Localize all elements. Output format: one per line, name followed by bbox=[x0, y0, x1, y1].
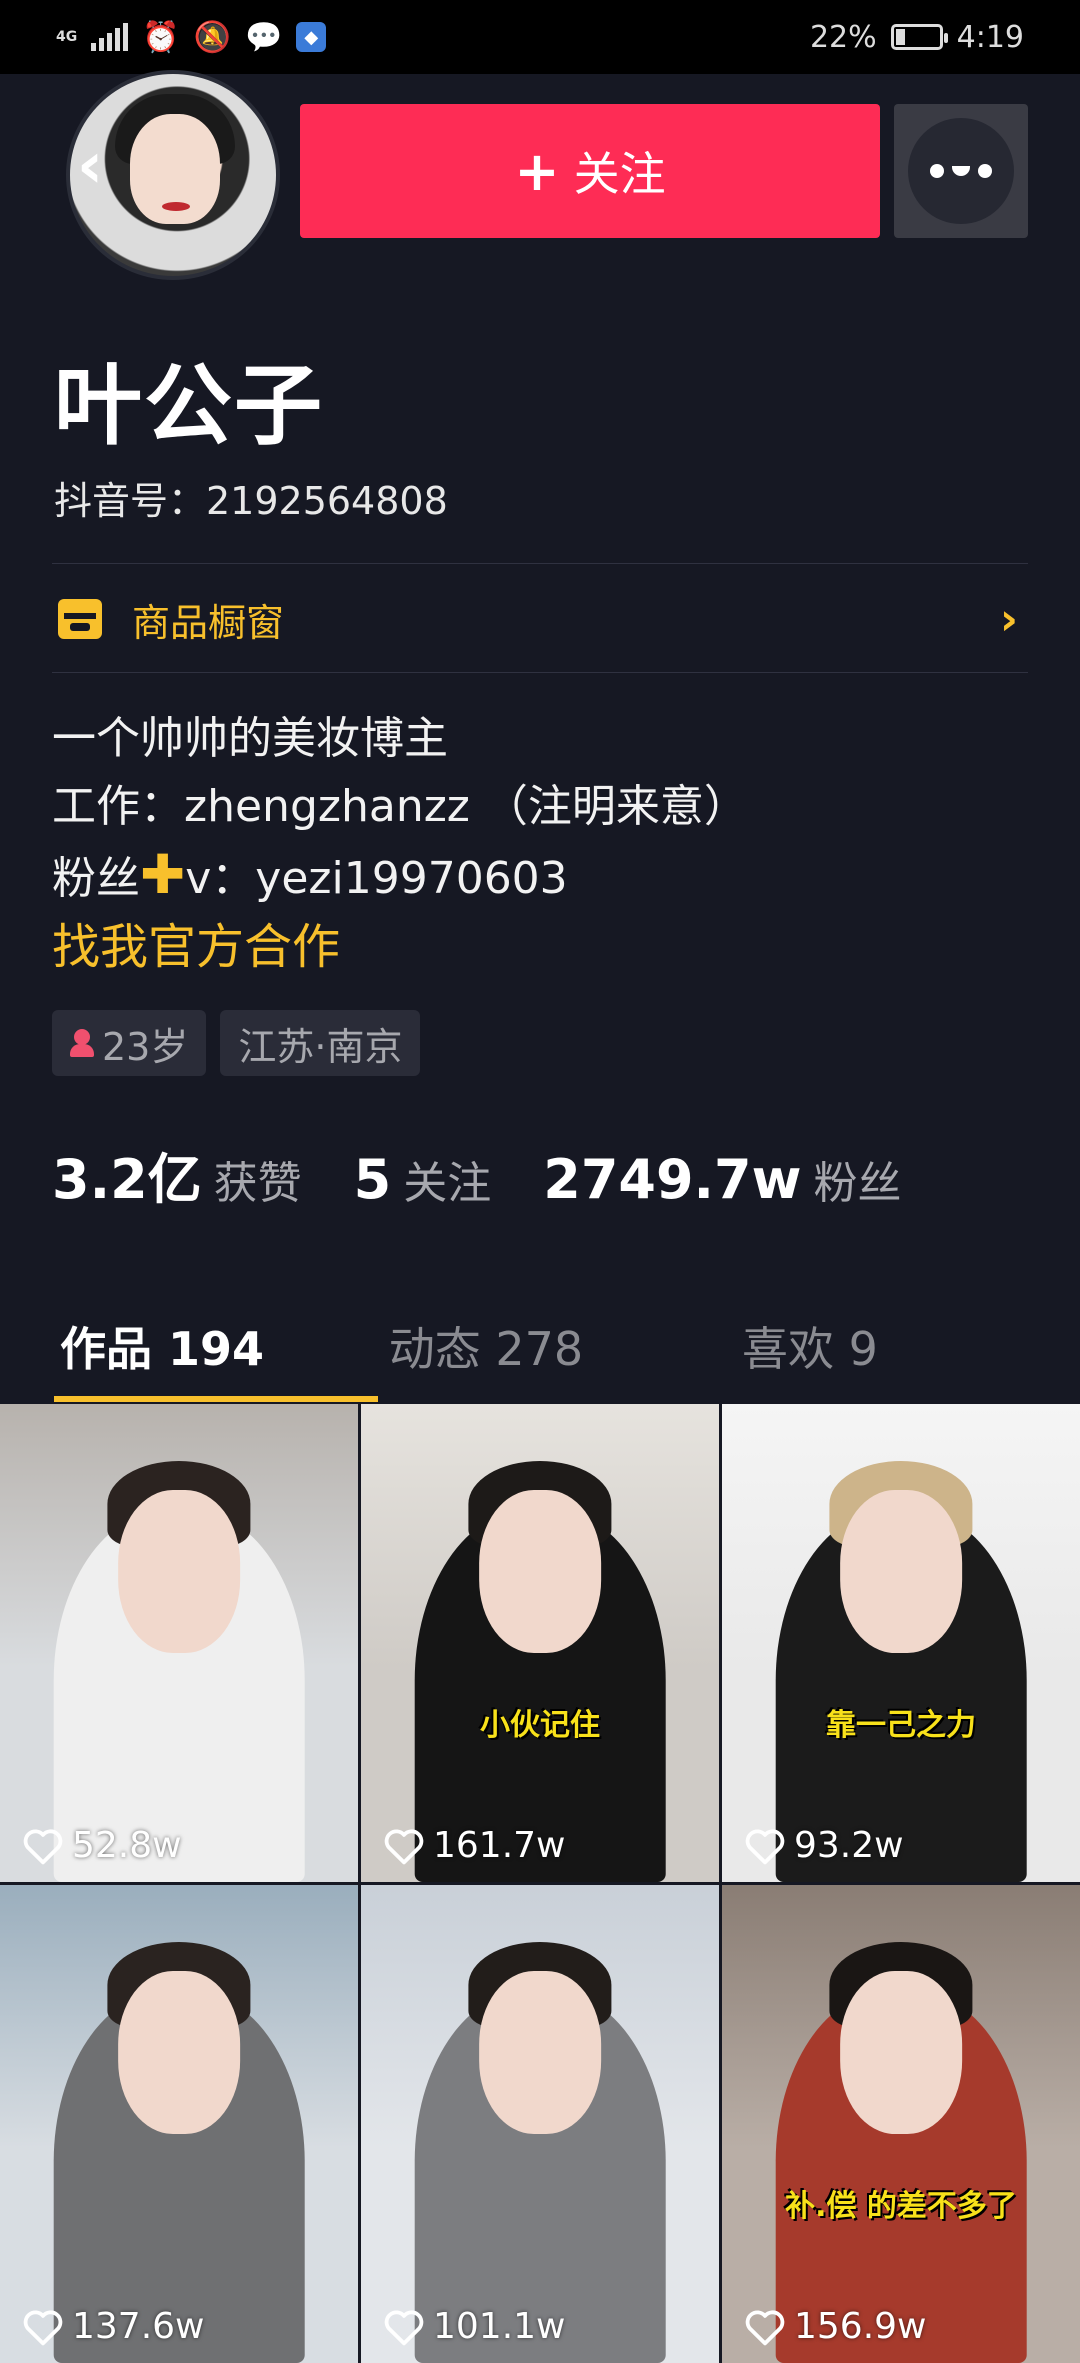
thumbnail-image bbox=[840, 1490, 962, 1653]
more-button[interactable] bbox=[894, 104, 1028, 238]
bio-line-fans: 粉丝✚v：yezi19970603 bbox=[52, 843, 568, 906]
divider bbox=[52, 563, 1028, 564]
profile-tags: 23岁 江苏·南京 bbox=[52, 1010, 421, 1076]
content-tabs: 作品 194 动态 278 喜欢 9 bbox=[0, 1290, 1080, 1402]
heart-icon bbox=[23, 1828, 63, 1864]
tab-updates[interactable]: 动态 278 bbox=[324, 1290, 648, 1402]
thumbnail-image bbox=[840, 1971, 962, 2134]
plus-icon: + bbox=[514, 139, 560, 203]
shop-window-label: 商品橱窗 bbox=[132, 600, 285, 645]
more-icon bbox=[908, 118, 1014, 224]
thumbnail-image bbox=[118, 1490, 240, 1653]
bio-line: 工作：zhengzhanzz （注明来意） bbox=[52, 781, 748, 832]
heart-icon bbox=[384, 1828, 424, 1864]
likes-count: 161.7w bbox=[433, 1825, 566, 1866]
network-label: 4G bbox=[56, 29, 78, 45]
likes-count: 101.1w bbox=[433, 2306, 566, 2347]
clock: 4:19 bbox=[956, 19, 1024, 55]
battery-percent: 22% bbox=[809, 19, 877, 55]
video-caption: 小伙记住 bbox=[480, 1708, 600, 1744]
video-thumbnail[interactable]: 101.1w bbox=[361, 1885, 719, 2363]
video-likes: 156.9w bbox=[744, 2306, 927, 2347]
profile-stats: 3.2亿 获赞 5 关注 2749.7w 粉丝 bbox=[52, 1135, 902, 1214]
tab-likes[interactable]: 喜欢 9 bbox=[648, 1290, 972, 1402]
video-thumbnail[interactable]: 137.6w bbox=[0, 1885, 358, 2363]
video-likes: 101.1w bbox=[383, 2306, 566, 2347]
back-button[interactable]: ‹ bbox=[62, 126, 118, 206]
bio: 一个帅帅的美妆博主 工作：zhengzhanzz （注明来意） 粉丝✚v：yez… bbox=[52, 705, 748, 981]
signal-icon bbox=[91, 23, 129, 51]
likes-count: 156.9w bbox=[794, 2306, 927, 2347]
douyin-id: 抖音号：2192564808 bbox=[54, 479, 448, 523]
likes-count: 137.6w bbox=[72, 2306, 205, 2347]
stat-following[interactable]: 5 关注 bbox=[354, 1147, 492, 1211]
official-coop-link[interactable]: 找我官方合作 bbox=[52, 913, 748, 981]
video-grid: 52.8w 小伙记住 161.7w 靠一己之力 93.2w 137.6w 101… bbox=[0, 1404, 1080, 2363]
age-tag: 23岁 bbox=[52, 1010, 207, 1076]
tab-indicator bbox=[54, 1396, 378, 1402]
video-likes: 93.2w bbox=[744, 1825, 904, 1866]
tab-works[interactable]: 作品 194 bbox=[0, 1290, 324, 1402]
video-thumbnail[interactable]: 52.8w bbox=[0, 1404, 358, 1882]
profile-name: 叶公子 bbox=[54, 354, 325, 457]
video-caption: 补.偿 的差不多了 bbox=[785, 2189, 1017, 2225]
mute-icon: 🔕 bbox=[193, 19, 231, 55]
thumbnail-image bbox=[118, 1971, 240, 2134]
status-bar: 4G ⏰ 🔕 💬 ◆ 22% 4:19 bbox=[0, 0, 1080, 74]
video-thumbnail[interactable]: 补.偿 的差不多了 156.9w bbox=[722, 1885, 1080, 2363]
stat-followers[interactable]: 2749.7w 粉丝 bbox=[543, 1147, 901, 1211]
video-thumbnail[interactable]: 靠一己之力 93.2w bbox=[722, 1404, 1080, 1882]
chevron-right-icon: › bbox=[999, 593, 1018, 645]
video-likes: 161.7w bbox=[383, 1825, 566, 1866]
thumbnail-image bbox=[479, 1490, 601, 1653]
wechat-icon: 💬 bbox=[244, 19, 283, 55]
likes-count: 93.2w bbox=[794, 1825, 904, 1866]
chevron-left-icon: ‹ bbox=[76, 129, 104, 203]
follow-button[interactable]: + 关注 bbox=[300, 104, 880, 238]
video-likes: 137.6w bbox=[22, 2306, 205, 2347]
video-caption: 靠一己之力 bbox=[826, 1708, 976, 1744]
bio-line: 一个帅帅的美妆博主 bbox=[52, 713, 448, 764]
thumbnail-image bbox=[479, 1971, 601, 2134]
location-tag: 江苏·南京 bbox=[220, 1010, 421, 1076]
follow-label: 关注 bbox=[573, 147, 666, 201]
stat-likes[interactable]: 3.2亿 获赞 bbox=[52, 1135, 302, 1214]
divider bbox=[52, 672, 1028, 673]
heart-icon bbox=[745, 1828, 785, 1864]
female-icon bbox=[70, 1029, 94, 1057]
video-thumbnail[interactable]: 小伙记住 161.7w bbox=[361, 1404, 719, 1882]
video-likes: 52.8w bbox=[22, 1825, 182, 1866]
plus-emoji-icon: ✚ bbox=[140, 843, 186, 906]
shop-window-row[interactable]: 商品橱窗 › bbox=[52, 565, 1028, 673]
likes-count: 52.8w bbox=[72, 1825, 182, 1866]
shield-icon: ◆ bbox=[296, 22, 327, 52]
alarm-icon: ⏰ bbox=[142, 19, 180, 55]
battery-icon bbox=[890, 24, 948, 50]
shop-icon bbox=[58, 599, 102, 639]
